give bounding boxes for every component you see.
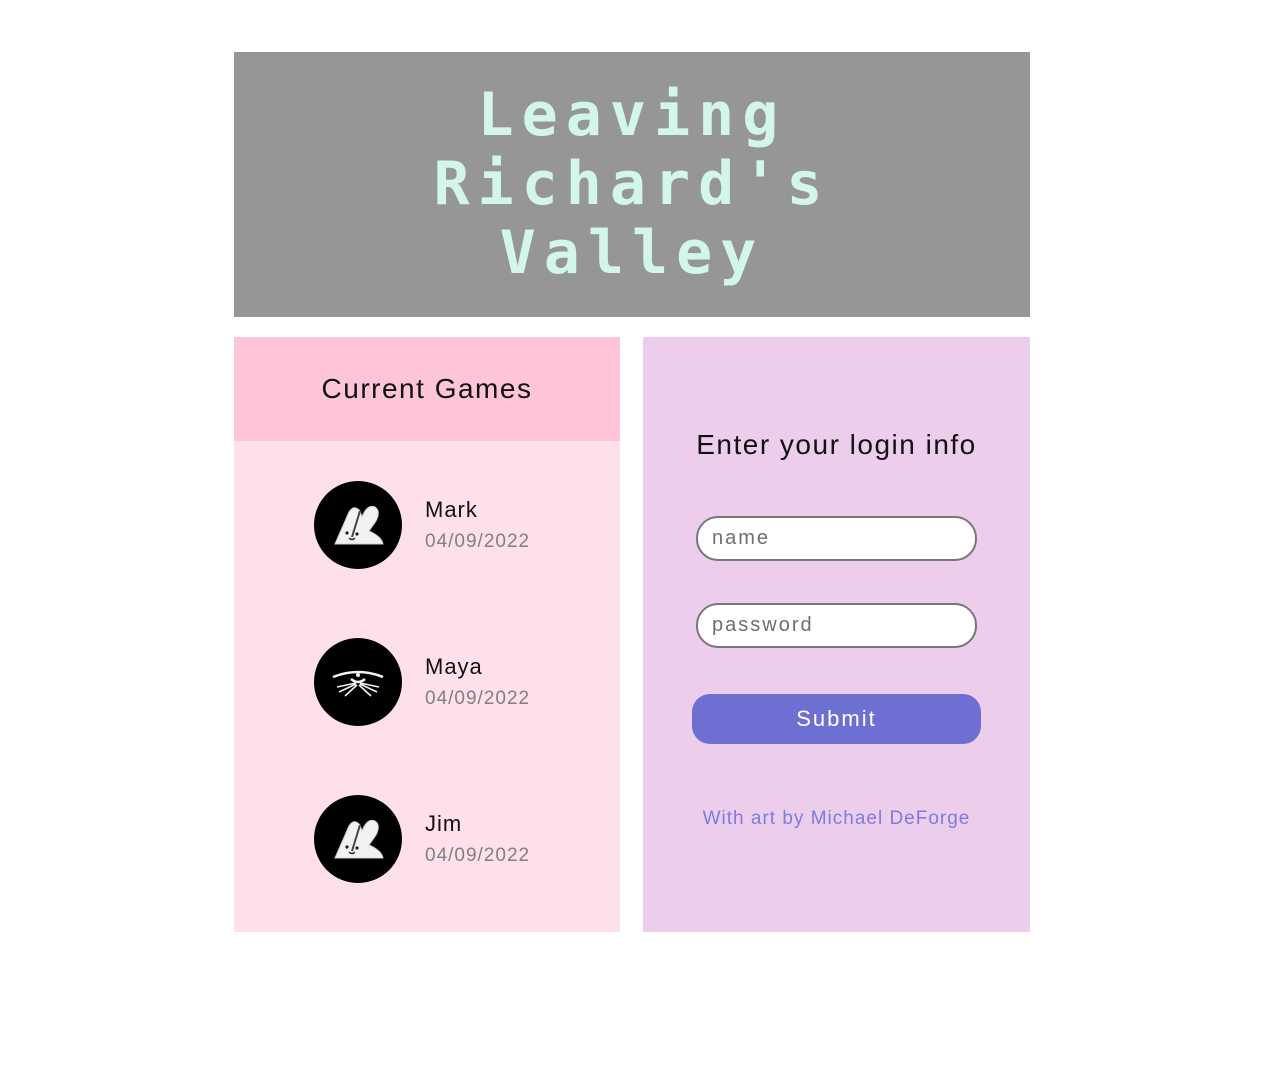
whiskers-face-icon bbox=[314, 638, 402, 726]
title-line: Leaving bbox=[477, 80, 787, 150]
player-name: Mark bbox=[425, 497, 478, 522]
game-date: 04/09/2022 bbox=[425, 531, 531, 552]
page-title: Leaving Richard's Valley bbox=[433, 81, 830, 288]
page: Leaving Richard's Valley Current Games M… bbox=[0, 0, 1267, 1085]
login-title: Enter your login info bbox=[696, 429, 977, 460]
game-date: 04/09/2022 bbox=[425, 688, 531, 709]
current-games-panel: Current Games Mark 04/09/2022 Maya 04/09… bbox=[234, 337, 620, 932]
bunny-icon bbox=[314, 481, 402, 569]
title-line: Richard's bbox=[433, 149, 831, 219]
title-banner: Leaving Richard's Valley bbox=[234, 52, 1030, 317]
name-input[interactable] bbox=[696, 516, 977, 561]
player-name: Jim bbox=[425, 811, 463, 836]
current-games-title: Current Games bbox=[321, 373, 533, 404]
submit-button[interactable]: Submit bbox=[692, 694, 981, 744]
bunny-icon bbox=[314, 795, 402, 883]
login-panel: Enter your login info Submit With art by… bbox=[643, 337, 1030, 932]
password-input[interactable] bbox=[696, 603, 977, 648]
game-item-mark[interactable]: Mark 04/09/2022 bbox=[314, 481, 530, 569]
current-games-header: Current Games bbox=[234, 337, 620, 441]
player-name: Maya bbox=[425, 654, 483, 679]
game-date: 04/09/2022 bbox=[425, 845, 531, 866]
art-credit-link[interactable]: With art by Michael DeForge bbox=[643, 808, 1030, 830]
game-item-maya[interactable]: Maya 04/09/2022 bbox=[314, 638, 530, 726]
title-line: Valley bbox=[499, 218, 765, 288]
game-item-jim[interactable]: Jim 04/09/2022 bbox=[314, 795, 530, 883]
